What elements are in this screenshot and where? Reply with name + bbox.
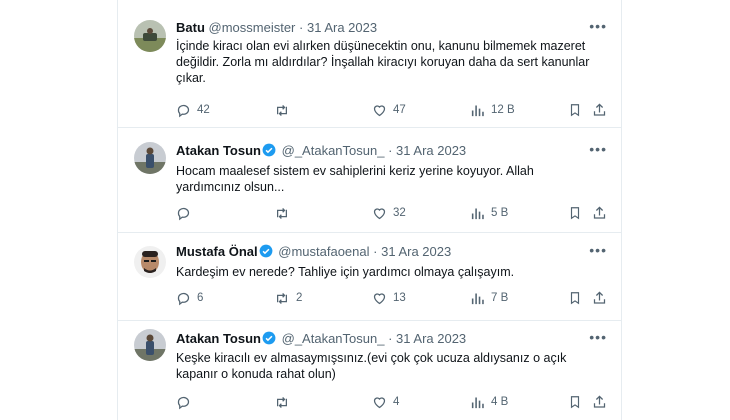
heart-icon xyxy=(373,396,386,408)
like-button[interactable]: 13 xyxy=(372,289,406,307)
views-count: 4 B xyxy=(491,396,509,408)
retweet-count: 2 xyxy=(296,292,303,304)
like-button[interactable]: 32 xyxy=(372,204,406,222)
tweet[interactable]: Mustafa Önal @mustafaoenal · 31 Ara 2023… xyxy=(118,232,621,321)
separator: · xyxy=(388,143,393,158)
views-icon xyxy=(471,397,484,408)
tweet-date[interactable]: 31 Ara 2023 xyxy=(396,143,466,158)
like-button[interactable]: 4 xyxy=(372,393,399,411)
verified-badge-icon xyxy=(262,143,276,157)
views-icon xyxy=(471,293,484,304)
tweet-text: Kardeşim ev nerede? Tahliye için yardımc… xyxy=(176,265,515,279)
views-count: 12 B xyxy=(491,104,515,116)
bookmark-icon xyxy=(570,292,580,305)
reply-button[interactable]: 6 xyxy=(176,289,203,307)
tweet[interactable]: Atakan Tosun @_AtakanTosun_ · 31 Ara 202… xyxy=(118,320,621,420)
separator: · xyxy=(299,20,304,35)
tweet[interactable]: Atakan Tosun @_AtakanTosun_ · 31 Ara 202… xyxy=(118,127,621,233)
retweet-button[interactable] xyxy=(274,204,296,222)
avatar[interactable] xyxy=(134,20,166,52)
retweet-button[interactable] xyxy=(274,393,296,411)
bookmark-button[interactable] xyxy=(568,289,582,307)
views-count: 7 B xyxy=(491,292,509,304)
author-name[interactable]: Atakan Tosun xyxy=(176,143,261,158)
author-handle[interactable]: @mustafaoenal xyxy=(278,244,369,259)
views-button[interactable]: 12 B xyxy=(470,101,515,119)
heart-icon xyxy=(373,104,386,116)
share-icon xyxy=(593,103,606,116)
avatar[interactable] xyxy=(134,329,166,361)
reply-icon xyxy=(177,396,190,409)
views-icon xyxy=(471,105,484,116)
retweet-button[interactable]: 2 xyxy=(274,289,302,307)
tweet-date[interactable]: 31 Ara 2023 xyxy=(396,331,466,346)
reply-button[interactable] xyxy=(176,204,197,222)
verified-badge-icon xyxy=(262,331,276,345)
author-handle[interactable]: @mossmeister xyxy=(209,20,296,35)
author-name[interactable]: Mustafa Önal xyxy=(176,244,258,259)
bookmark-button[interactable] xyxy=(568,204,582,222)
reply-button[interactable] xyxy=(176,393,197,411)
retweet-icon xyxy=(277,396,287,408)
like-count: 4 xyxy=(393,396,400,408)
separator: · xyxy=(388,331,393,346)
retweet-icon xyxy=(277,292,287,304)
like-button[interactable]: 47 xyxy=(372,101,406,119)
reply-count: 42 xyxy=(197,104,210,116)
author-name[interactable]: Batu xyxy=(176,20,205,35)
tweet-text: Hocam maalesef sistem ev sahiplerini ker… xyxy=(176,164,534,194)
tweet-text: Keşke kiracılı ev almasaymışsınız.(evi ç… xyxy=(176,351,567,381)
more-options-icon[interactable]: ••• xyxy=(589,242,607,258)
bookmark-icon xyxy=(570,104,580,117)
retweet-icon xyxy=(277,104,287,116)
views-count: 5 B xyxy=(491,207,509,219)
bookmark-button[interactable] xyxy=(568,393,582,411)
retweet-icon xyxy=(277,207,287,219)
tweet-date[interactable]: 31 Ara 2023 xyxy=(307,20,377,35)
separator: · xyxy=(373,244,378,259)
author-handle[interactable]: @_AtakanTosun_ xyxy=(282,331,385,346)
bookmark-button[interactable] xyxy=(568,101,582,119)
author-name[interactable]: Atakan Tosun xyxy=(176,331,261,346)
replies-timeline: Batu @mossmeister · 31 Ara 2023 ••• İçin… xyxy=(117,0,622,420)
like-count: 47 xyxy=(393,104,406,116)
verified-badge-icon xyxy=(259,244,273,258)
retweet-button[interactable] xyxy=(274,101,296,119)
like-count: 32 xyxy=(393,207,406,219)
more-options-icon[interactable]: ••• xyxy=(589,141,607,157)
more-options-icon[interactable]: ••• xyxy=(589,18,607,34)
tweet-date[interactable]: 31 Ara 2023 xyxy=(381,244,451,259)
more-options-icon[interactable]: ••• xyxy=(589,329,607,345)
reply-icon xyxy=(177,207,190,220)
share-icon xyxy=(593,206,606,219)
bookmark-icon xyxy=(570,396,580,409)
reply-icon xyxy=(177,292,190,305)
share-button[interactable] xyxy=(592,101,607,119)
views-button[interactable]: 7 B xyxy=(470,289,508,307)
share-icon xyxy=(593,291,606,304)
tweet[interactable]: Batu @mossmeister · 31 Ara 2023 ••• İçin… xyxy=(118,0,621,128)
reply-icon xyxy=(177,104,190,117)
share-button[interactable] xyxy=(592,289,607,307)
share-button[interactable] xyxy=(592,393,607,411)
avatar[interactable] xyxy=(134,246,166,278)
avatar[interactable] xyxy=(134,142,166,174)
reply-button[interactable]: 42 xyxy=(176,101,210,119)
like-count: 13 xyxy=(393,292,406,304)
reply-count: 6 xyxy=(197,292,204,304)
bookmark-icon xyxy=(570,207,580,220)
share-button[interactable] xyxy=(592,204,607,222)
heart-icon xyxy=(373,292,386,304)
author-handle[interactable]: @_AtakanTosun_ xyxy=(282,143,385,158)
views-button[interactable]: 4 B xyxy=(470,393,508,411)
views-icon xyxy=(471,208,484,219)
share-icon xyxy=(593,395,606,408)
tweet-text: İçinde kiracı olan evi alırken düşünecek… xyxy=(176,39,590,85)
heart-icon xyxy=(373,207,386,219)
views-button[interactable]: 5 B xyxy=(470,204,508,222)
